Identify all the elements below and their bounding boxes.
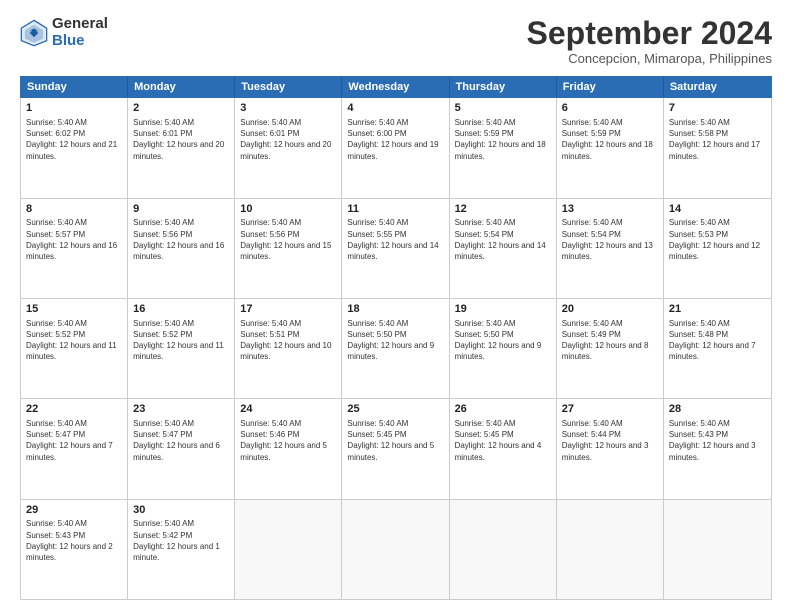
- logo-blue: Blue: [52, 33, 108, 50]
- week-row-1: 1 Sunrise: 5:40 AMSunset: 6:02 PMDayligh…: [21, 98, 771, 198]
- day-17: 17 Sunrise: 5:40 AMSunset: 5:51 PMDaylig…: [235, 299, 342, 398]
- day-empty-5: [664, 500, 771, 599]
- day-12: 12 Sunrise: 5:40 AMSunset: 5:54 PMDaylig…: [450, 199, 557, 298]
- day-empty-1: [235, 500, 342, 599]
- logo-general: General: [52, 16, 108, 33]
- day-1: 1 Sunrise: 5:40 AMSunset: 6:02 PMDayligh…: [21, 98, 128, 197]
- day-30: 30 Sunrise: 5:40 AMSunset: 5:42 PMDaylig…: [128, 500, 235, 599]
- logo: General Blue: [20, 16, 108, 49]
- day-27: 27 Sunrise: 5:40 AMSunset: 5:44 PMDaylig…: [557, 399, 664, 498]
- day-15: 15 Sunrise: 5:40 AMSunset: 5:52 PMDaylig…: [21, 299, 128, 398]
- day-22: 22 Sunrise: 5:40 AMSunset: 5:47 PMDaylig…: [21, 399, 128, 498]
- header-wednesday: Wednesday: [342, 77, 449, 97]
- day-10: 10 Sunrise: 5:40 AMSunset: 5:56 PMDaylig…: [235, 199, 342, 298]
- week-row-3: 15 Sunrise: 5:40 AMSunset: 5:52 PMDaylig…: [21, 299, 771, 399]
- logo-icon: [20, 19, 48, 47]
- day-21: 21 Sunrise: 5:40 AMSunset: 5:48 PMDaylig…: [664, 299, 771, 398]
- day-4: 4 Sunrise: 5:40 AMSunset: 6:00 PMDayligh…: [342, 98, 449, 197]
- day-28: 28 Sunrise: 5:40 AMSunset: 5:43 PMDaylig…: [664, 399, 771, 498]
- day-empty-4: [557, 500, 664, 599]
- header-sunday: Sunday: [21, 77, 128, 97]
- calendar: Sunday Monday Tuesday Wednesday Thursday…: [20, 76, 772, 600]
- title-block: September 2024 Concepcion, Mimaropa, Phi…: [527, 16, 772, 66]
- header-friday: Friday: [557, 77, 664, 97]
- day-23: 23 Sunrise: 5:40 AMSunset: 5:47 PMDaylig…: [128, 399, 235, 498]
- header-saturday: Saturday: [664, 77, 771, 97]
- day-26: 26 Sunrise: 5:40 AMSunset: 5:45 PMDaylig…: [450, 399, 557, 498]
- day-empty-2: [342, 500, 449, 599]
- day-25: 25 Sunrise: 5:40 AMSunset: 5:45 PMDaylig…: [342, 399, 449, 498]
- month-title: September 2024: [527, 16, 772, 51]
- day-7: 7 Sunrise: 5:40 AMSunset: 5:58 PMDayligh…: [664, 98, 771, 197]
- header-thursday: Thursday: [450, 77, 557, 97]
- header: General Blue September 2024 Concepcion, …: [20, 16, 772, 66]
- day-18: 18 Sunrise: 5:40 AMSunset: 5:50 PMDaylig…: [342, 299, 449, 398]
- day-6: 6 Sunrise: 5:40 AMSunset: 5:59 PMDayligh…: [557, 98, 664, 197]
- header-tuesday: Tuesday: [235, 77, 342, 97]
- day-9: 9 Sunrise: 5:40 AMSunset: 5:56 PMDayligh…: [128, 199, 235, 298]
- location-subtitle: Concepcion, Mimaropa, Philippines: [527, 51, 772, 66]
- week-row-4: 22 Sunrise: 5:40 AMSunset: 5:47 PMDaylig…: [21, 399, 771, 499]
- day-empty-3: [450, 500, 557, 599]
- header-monday: Monday: [128, 77, 235, 97]
- logo-text: General Blue: [52, 16, 108, 49]
- day-16: 16 Sunrise: 5:40 AMSunset: 5:52 PMDaylig…: [128, 299, 235, 398]
- week-row-5: 29 Sunrise: 5:40 AMSunset: 5:43 PMDaylig…: [21, 500, 771, 599]
- day-2: 2 Sunrise: 5:40 AMSunset: 6:01 PMDayligh…: [128, 98, 235, 197]
- day-19: 19 Sunrise: 5:40 AMSunset: 5:50 PMDaylig…: [450, 299, 557, 398]
- day-3: 3 Sunrise: 5:40 AMSunset: 6:01 PMDayligh…: [235, 98, 342, 197]
- day-14: 14 Sunrise: 5:40 AMSunset: 5:53 PMDaylig…: [664, 199, 771, 298]
- calendar-header: Sunday Monday Tuesday Wednesday Thursday…: [20, 76, 772, 98]
- calendar-body: 1 Sunrise: 5:40 AMSunset: 6:02 PMDayligh…: [20, 98, 772, 600]
- day-11: 11 Sunrise: 5:40 AMSunset: 5:55 PMDaylig…: [342, 199, 449, 298]
- day-8: 8 Sunrise: 5:40 AMSunset: 5:57 PMDayligh…: [21, 199, 128, 298]
- week-row-2: 8 Sunrise: 5:40 AMSunset: 5:57 PMDayligh…: [21, 199, 771, 299]
- day-5: 5 Sunrise: 5:40 AMSunset: 5:59 PMDayligh…: [450, 98, 557, 197]
- day-20: 20 Sunrise: 5:40 AMSunset: 5:49 PMDaylig…: [557, 299, 664, 398]
- page: General Blue September 2024 Concepcion, …: [0, 0, 792, 612]
- day-24: 24 Sunrise: 5:40 AMSunset: 5:46 PMDaylig…: [235, 399, 342, 498]
- day-29: 29 Sunrise: 5:40 AMSunset: 5:43 PMDaylig…: [21, 500, 128, 599]
- day-13: 13 Sunrise: 5:40 AMSunset: 5:54 PMDaylig…: [557, 199, 664, 298]
